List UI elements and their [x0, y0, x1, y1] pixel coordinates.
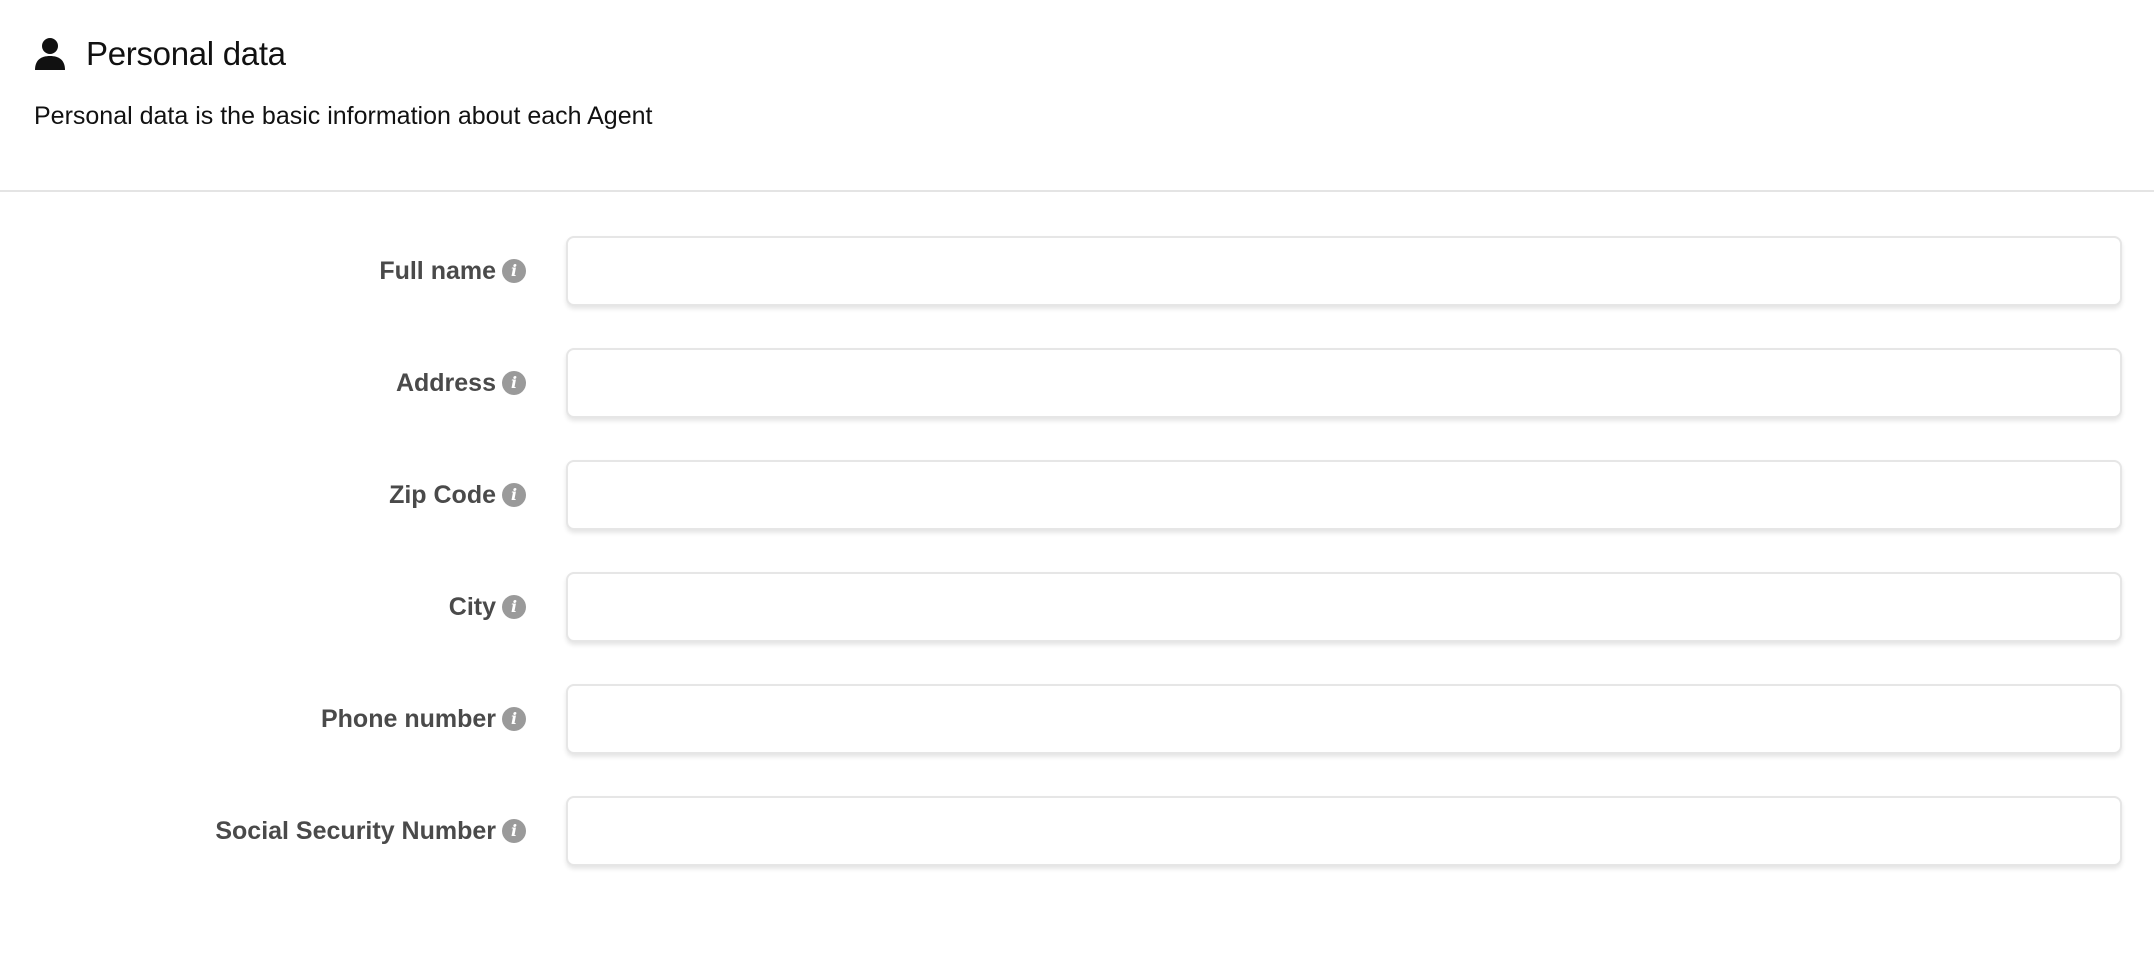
social-security-number-input[interactable]	[566, 796, 2122, 866]
info-icon[interactable]: i	[502, 819, 526, 843]
field-label: City	[448, 592, 496, 621]
info-icon[interactable]: i	[502, 259, 526, 283]
field-label: Address	[395, 368, 496, 397]
info-icon[interactable]: i	[502, 707, 526, 731]
field-label-wrap: Social Security Number i	[215, 794, 526, 868]
city-input[interactable]	[566, 572, 2122, 642]
field-label: Full name	[379, 256, 496, 285]
field-label: Phone number	[320, 704, 496, 733]
title-row: Personal data	[34, 30, 286, 78]
form-row-zip-code: Zip Code i	[0, 458, 2154, 532]
info-icon[interactable]: i	[502, 371, 526, 395]
info-icon[interactable]: i	[502, 595, 526, 619]
address-input[interactable]	[566, 348, 2122, 418]
form-row-full-name: Full name i	[0, 234, 2154, 308]
form-row-phone-number: Phone number i	[0, 682, 2154, 756]
phone-number-input[interactable]	[566, 684, 2122, 754]
field-label: Zip Code	[389, 480, 496, 509]
form-row-city: City i	[0, 570, 2154, 644]
section-description: Personal data is the basic information a…	[34, 102, 653, 130]
field-label: Social Security Number	[215, 816, 496, 845]
field-label-wrap: Phone number i	[321, 682, 526, 756]
field-label-wrap: Zip Code i	[389, 458, 526, 532]
zip-code-input[interactable]	[566, 460, 2122, 530]
section-header: Personal data Personal data is the basic…	[0, 0, 2154, 192]
full-name-input[interactable]	[566, 236, 2122, 306]
field-label-wrap: City i	[449, 570, 526, 644]
page-title: Personal data	[86, 35, 286, 72]
info-icon[interactable]: i	[502, 483, 526, 507]
field-label-wrap: Full name i	[379, 234, 526, 308]
form-row-social-security-number: Social Security Number i	[0, 794, 2154, 868]
user-icon	[34, 37, 66, 71]
field-label-wrap: Address i	[396, 346, 526, 420]
form-row-address: Address i	[0, 346, 2154, 420]
